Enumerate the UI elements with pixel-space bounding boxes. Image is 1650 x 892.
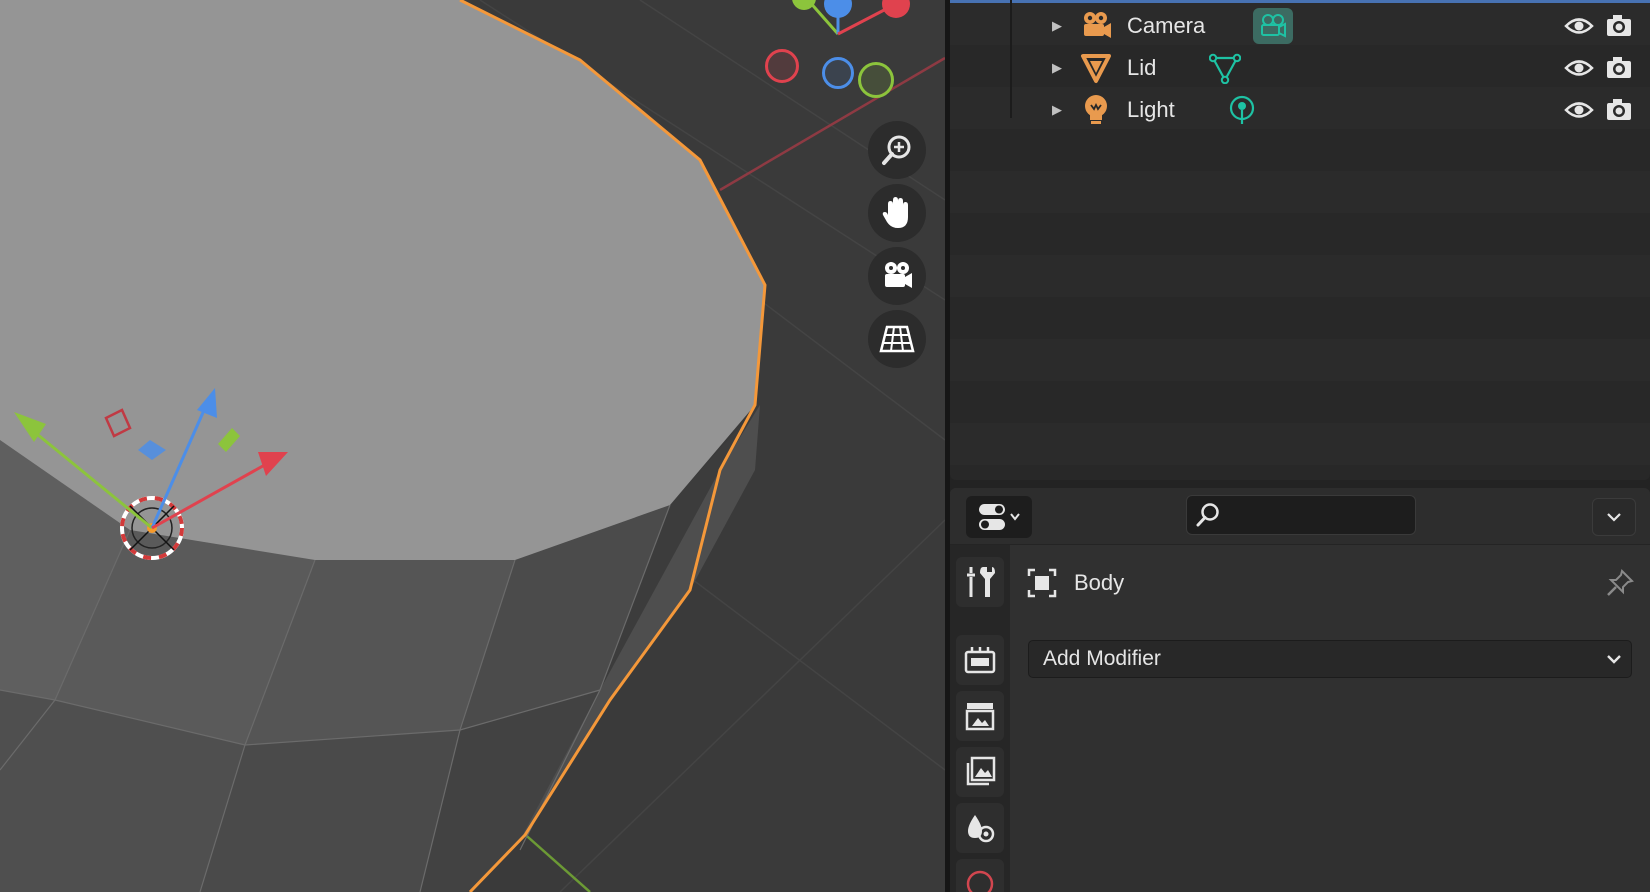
zoom-icon (882, 135, 911, 165)
expand-arrow-icon[interactable]: ▶ (1047, 47, 1067, 89)
outliner-row-bg (950, 381, 1650, 423)
render-tab[interactable] (956, 635, 1004, 685)
properties-search[interactable] (1186, 495, 1416, 535)
light-data-icon[interactable] (1225, 89, 1259, 131)
negative-y-axis-handle[interactable] (858, 62, 894, 98)
view-layer-icon (966, 756, 996, 786)
camera-icon (885, 262, 912, 288)
chevron-down-icon (1607, 655, 1621, 664)
tool-icon (967, 567, 995, 597)
search-icon (1196, 503, 1219, 527)
pin-icon[interactable] (1604, 567, 1636, 599)
add-modifier-dropdown[interactable]: Add Modifier (1028, 640, 1632, 678)
render-camera-icon[interactable] (1602, 47, 1636, 89)
outliner-panel[interactable]: ▶ Camera ▶ Lid ▶ Light (950, 0, 1650, 480)
camera-object-icon (1078, 5, 1114, 47)
blender-window: ▶ Camera ▶ Lid ▶ Light Body Add Modifier (0, 0, 1650, 892)
pan-button[interactable] (868, 184, 926, 242)
tool-tab[interactable] (956, 557, 1004, 607)
mesh-data-icon[interactable] (1208, 47, 1242, 89)
world-tab[interactable] (956, 859, 1004, 892)
expand-arrow-icon[interactable]: ▶ (1047, 5, 1067, 47)
output-tab[interactable] (956, 691, 1004, 741)
outliner-row-bg (950, 423, 1650, 465)
outliner-row-bg (950, 213, 1650, 255)
ortho-toggle-button[interactable] (868, 310, 926, 368)
outliner-item-camera[interactable]: ▶ Camera (950, 5, 1650, 47)
hand-icon (882, 197, 908, 228)
light-object-icon (1078, 89, 1114, 131)
negative-z-axis-handle[interactable] (822, 57, 854, 89)
context-object-name: Body (1074, 570, 1125, 595)
eye-icon[interactable] (1562, 89, 1596, 131)
render-icon (964, 647, 996, 674)
outliner-item-label[interactable]: Lid (1127, 47, 1156, 89)
render-camera-icon[interactable] (1602, 89, 1636, 131)
object-icon (1027, 568, 1057, 598)
properties-editor-icon (979, 504, 1020, 530)
render-camera-icon[interactable] (1602, 5, 1636, 47)
scene-icon (968, 815, 995, 843)
zoom-button[interactable] (868, 121, 926, 179)
outliner-item-light[interactable]: ▶ Light (950, 89, 1650, 131)
outliner-item-lid[interactable]: ▶ Lid (950, 47, 1650, 89)
outliner-row-bg (950, 255, 1650, 297)
mesh-object-icon (1078, 47, 1114, 89)
camera-view-button[interactable] (868, 247, 926, 305)
properties-tab-bar (950, 545, 1010, 892)
options-dropdown-button[interactable] (1592, 498, 1636, 536)
expand-arrow-icon[interactable]: ▶ (1047, 89, 1067, 131)
eye-icon[interactable] (1562, 47, 1596, 89)
outliner-item-label[interactable]: Camera (1127, 5, 1205, 47)
properties-header (950, 488, 1650, 545)
viewport-scene[interactable] (0, 0, 945, 892)
outliner-row-bg (950, 171, 1650, 213)
outliner-row-bg (950, 129, 1650, 171)
chevron-down-icon (1607, 513, 1621, 522)
context-breadcrumb: Body (1026, 563, 1636, 603)
search-input[interactable] (1229, 503, 1403, 527)
3d-viewport[interactable] (0, 0, 945, 892)
outliner-row-bg (950, 339, 1650, 381)
axis-gizmo (792, 0, 910, 36)
outliner-item-label[interactable]: Light (1127, 89, 1175, 131)
negative-x-axis-handle[interactable] (765, 49, 799, 83)
outliner-row-bg (950, 297, 1650, 339)
world-icon (966, 870, 994, 892)
modifier-properties: Body Add Modifier (1010, 545, 1650, 892)
scene-tab[interactable] (956, 803, 1004, 853)
grid-icon (879, 325, 915, 353)
editor-type-dropdown[interactable] (966, 496, 1032, 538)
eye-icon[interactable] (1562, 5, 1596, 47)
view-layer-tab[interactable] (956, 747, 1004, 797)
add-modifier-label: Add Modifier (1043, 647, 1161, 670)
properties-editor[interactable]: Body Add Modifier (950, 488, 1650, 892)
output-icon (965, 703, 995, 731)
camera-data-icon[interactable] (1252, 5, 1294, 47)
